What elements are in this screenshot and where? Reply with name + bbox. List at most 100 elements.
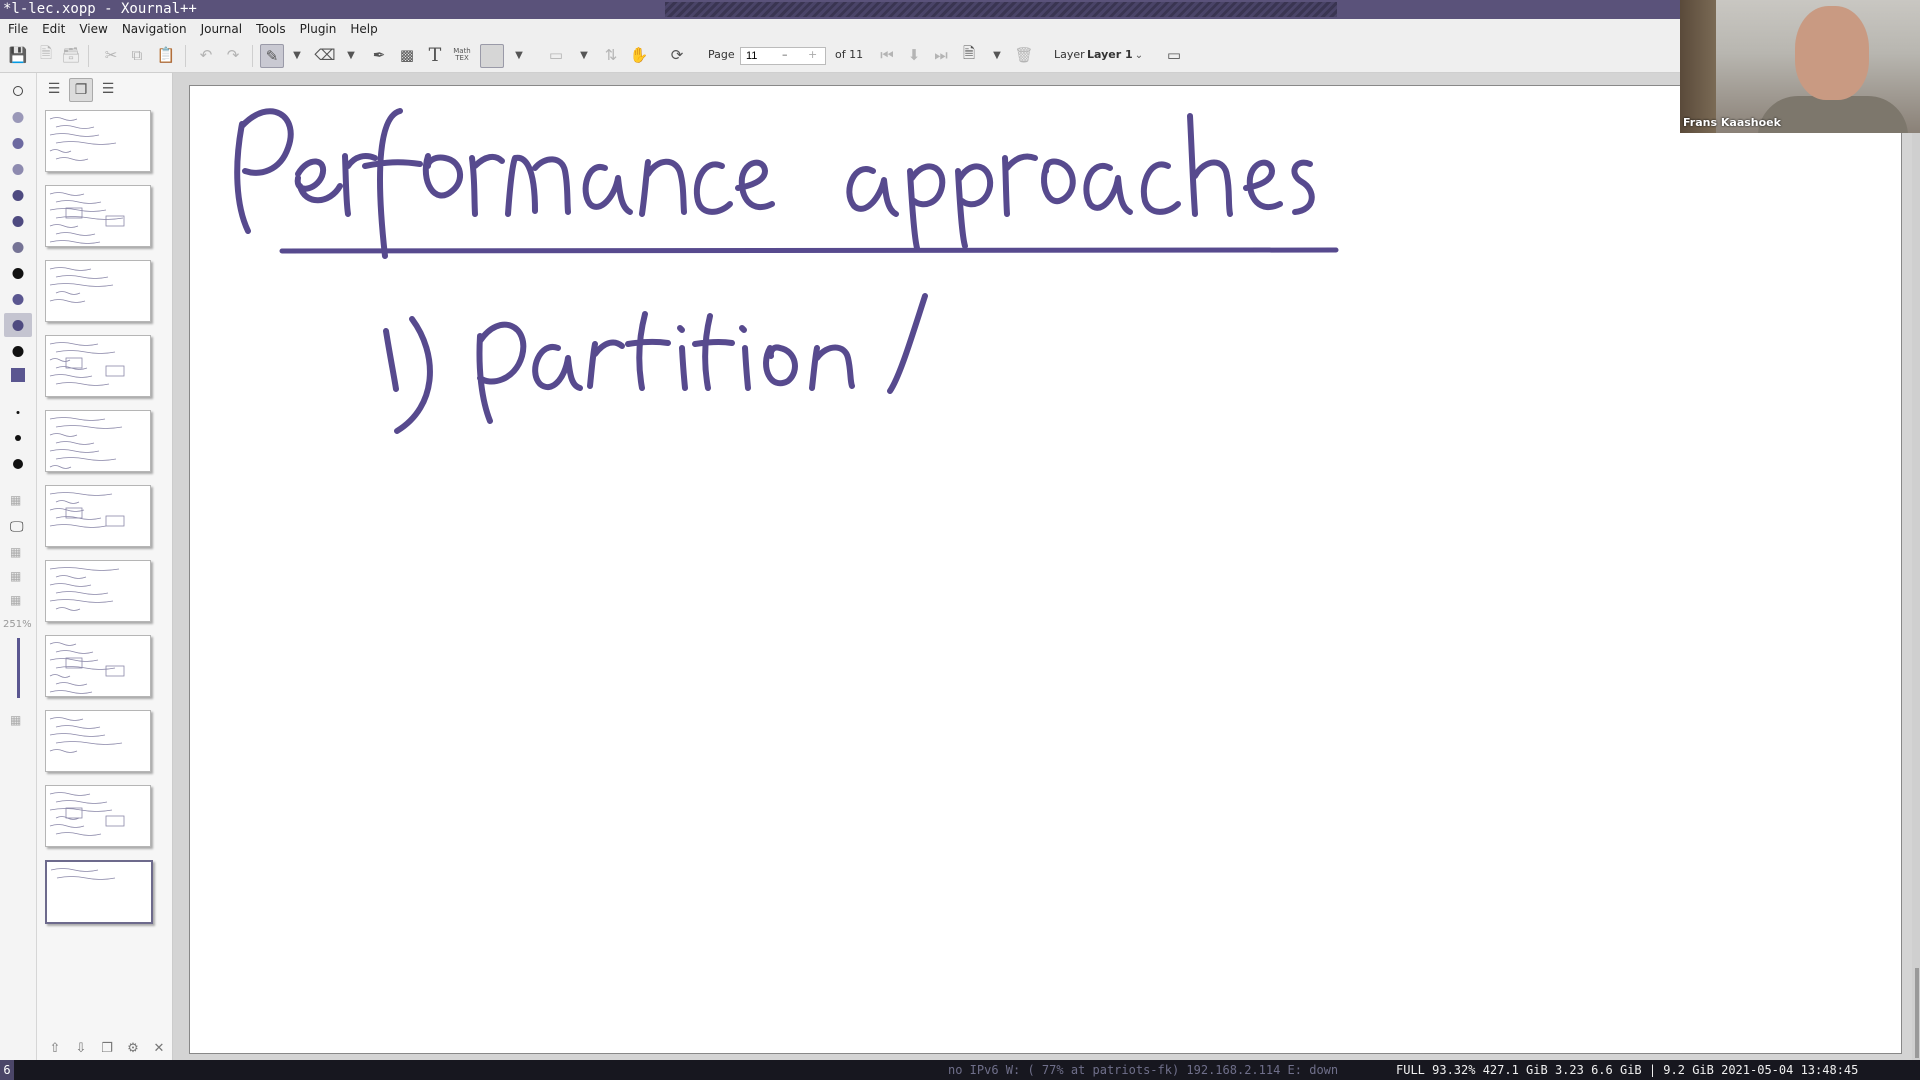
menu-help[interactable]: Help (342, 22, 383, 36)
zoom-in-icon[interactable]: ▦ (10, 569, 21, 583)
window-title-bar: *l-lec.xopp - Xournal++ (0, 0, 1920, 19)
menu-file[interactable]: File (0, 22, 34, 36)
highlighter-icon[interactable]: ✒ (368, 44, 390, 66)
page-thumbnail[interactable] (45, 560, 151, 622)
menu-edit[interactable]: Edit (34, 22, 71, 36)
thickness-fine-icon[interactable] (16, 411, 20, 414)
previous-page-icon[interactable]: ⬇ (903, 44, 925, 66)
layer-dropdown-icon[interactable]: ⌄ (1128, 44, 1150, 66)
color-swatch-5[interactable] (12, 216, 24, 227)
image-tool-icon[interactable]: ▩ (396, 44, 418, 66)
color-swatch-2[interactable] (12, 138, 24, 149)
menu-journal[interactable]: Journal (193, 22, 249, 36)
page-delete-icon[interactable]: ✕ (149, 1041, 169, 1056)
color-swatch-8[interactable] (12, 346, 24, 357)
hand-tool-icon[interactable]: ✋ (628, 44, 650, 66)
fill-icon[interactable]: ▦ (10, 493, 21, 507)
page-settings-icon[interactable]: ⚙ (123, 1041, 143, 1056)
pen-dropdown-icon[interactable]: ▼ (286, 44, 308, 66)
redo-icon[interactable]: ↷ (222, 44, 244, 66)
pen-tool-icon[interactable]: ✎ (260, 44, 284, 68)
vertical-scrollbar[interactable] (1912, 73, 1920, 1060)
menu-view[interactable]: View (71, 22, 113, 36)
select-dropdown-icon[interactable]: ▼ (573, 44, 595, 66)
math-tex-icon[interactable]: Math TEX (450, 44, 474, 66)
layer-toggle-icon[interactable]: ▦ (10, 713, 21, 727)
custom-color-icon[interactable] (11, 368, 25, 382)
menu-plugin[interactable]: Plugin (292, 22, 343, 36)
zoom-level: 251% (3, 619, 32, 630)
workspace-indicator[interactable]: 6 (0, 1060, 14, 1080)
new-document-icon[interactable]: 🗎 (35, 44, 57, 66)
color-swatch-6[interactable] (12, 242, 24, 253)
first-page-icon[interactable]: ⏮ (876, 44, 898, 66)
page-thumbnail[interactable] (45, 185, 151, 247)
page-thumbnail[interactable] (45, 710, 151, 772)
undo-icon[interactable]: ↶ (195, 44, 217, 66)
rotate-snap-icon[interactable]: ⟳ (666, 44, 688, 66)
page-thumbnail[interactable] (45, 335, 151, 397)
ink-stroke (1291, 159, 1315, 215)
system-status-bar: 6 no IPv6 W: ( 77% at patriots-fk) 192.1… (0, 1060, 1920, 1080)
scrollbar-thumb[interactable] (1915, 968, 1919, 1058)
thickness-medium-icon[interactable] (15, 435, 21, 441)
color-swatch-1[interactable] (12, 112, 24, 123)
page-move-down-icon[interactable]: ⇩ (71, 1041, 91, 1056)
color-swatch-selected[interactable] (12, 320, 24, 331)
page-thumbnail[interactable] (45, 485, 151, 547)
journal-page[interactable] (189, 85, 1902, 1054)
cut-icon[interactable]: ✂ (100, 44, 122, 66)
insert-page-dropdown-icon[interactable]: ▼ (986, 44, 1008, 66)
color-white-swatch[interactable] (13, 86, 23, 96)
page-increment-icon[interactable]: + (808, 48, 817, 61)
canvas-area[interactable] (173, 73, 1920, 1060)
select-rect-icon[interactable]: ▭ (545, 44, 567, 66)
page-move-up-icon[interactable]: ⇧ (45, 1041, 65, 1056)
page-thumbnail[interactable] (45, 635, 151, 697)
color-swatch-4[interactable] (12, 190, 24, 201)
zoom-out-icon[interactable]: ▦ (10, 593, 21, 607)
sidebar-tab-pages-icon[interactable]: ❐ (69, 78, 93, 102)
page-thumbnail[interactable] (45, 260, 151, 322)
color-swatch-7[interactable] (12, 294, 24, 305)
color-dropdown-icon[interactable]: ▼ (508, 44, 530, 66)
ink-stroke (955, 163, 994, 249)
last-page-icon[interactable]: ⏭ (930, 44, 952, 66)
color-swatch-3[interactable] (12, 164, 24, 175)
eraser-dropdown-icon[interactable]: ▼ (340, 44, 362, 66)
delete-page-icon[interactable]: 🗑 (1013, 44, 1035, 66)
open-icon[interactable]: 🗃 (60, 44, 82, 66)
color-picker-icon[interactable] (480, 44, 504, 68)
menu-navigation[interactable]: Navigation (114, 22, 193, 36)
ink-stroke (846, 166, 899, 217)
zoom-slider-icon[interactable] (17, 638, 20, 698)
page-thumbnail[interactable] (45, 110, 151, 172)
thickness-thick-icon[interactable] (13, 459, 23, 469)
fullscreen-icon[interactable]: ▭ (1163, 44, 1185, 66)
page-thumbnail[interactable] (45, 785, 151, 847)
page-thumbnail[interactable] (45, 410, 151, 472)
ink-stroke (1041, 158, 1076, 204)
page-copy-icon[interactable]: ❐ (97, 1041, 117, 1056)
sidebar-tab-outline-icon[interactable]: ☰ (43, 78, 65, 100)
thumbnail-sketch (50, 868, 116, 880)
eraser-icon[interactable]: ⌫ (314, 44, 336, 66)
color-black-swatch[interactable] (12, 268, 24, 279)
save-icon[interactable]: 💾 (7, 44, 29, 66)
vertical-space-icon[interactable]: ⇅ (600, 44, 622, 66)
ink-stroke (625, 311, 671, 391)
page-thumbnail[interactable] (45, 860, 153, 924)
ink-stroke (1243, 159, 1283, 210)
text-tool-icon[interactable]: T (424, 44, 446, 66)
zoom-fit-icon[interactable]: ▦ (10, 545, 21, 559)
copy-icon[interactable]: ⧉ (126, 44, 148, 66)
sidebar-tab-layers-icon[interactable]: ☰ (97, 78, 119, 100)
menu-tools[interactable]: Tools (248, 22, 292, 36)
page-decrement-icon[interactable]: – (782, 48, 788, 61)
paste-icon[interactable]: 📋 (155, 44, 177, 66)
page-label: Page (708, 48, 735, 61)
presentation-icon[interactable]: 🖵 (10, 519, 24, 535)
page-of-label: of 11 (835, 48, 864, 61)
layer-select[interactable]: Layer 1 (1087, 48, 1133, 61)
insert-page-icon[interactable]: 🗎 (958, 44, 980, 66)
